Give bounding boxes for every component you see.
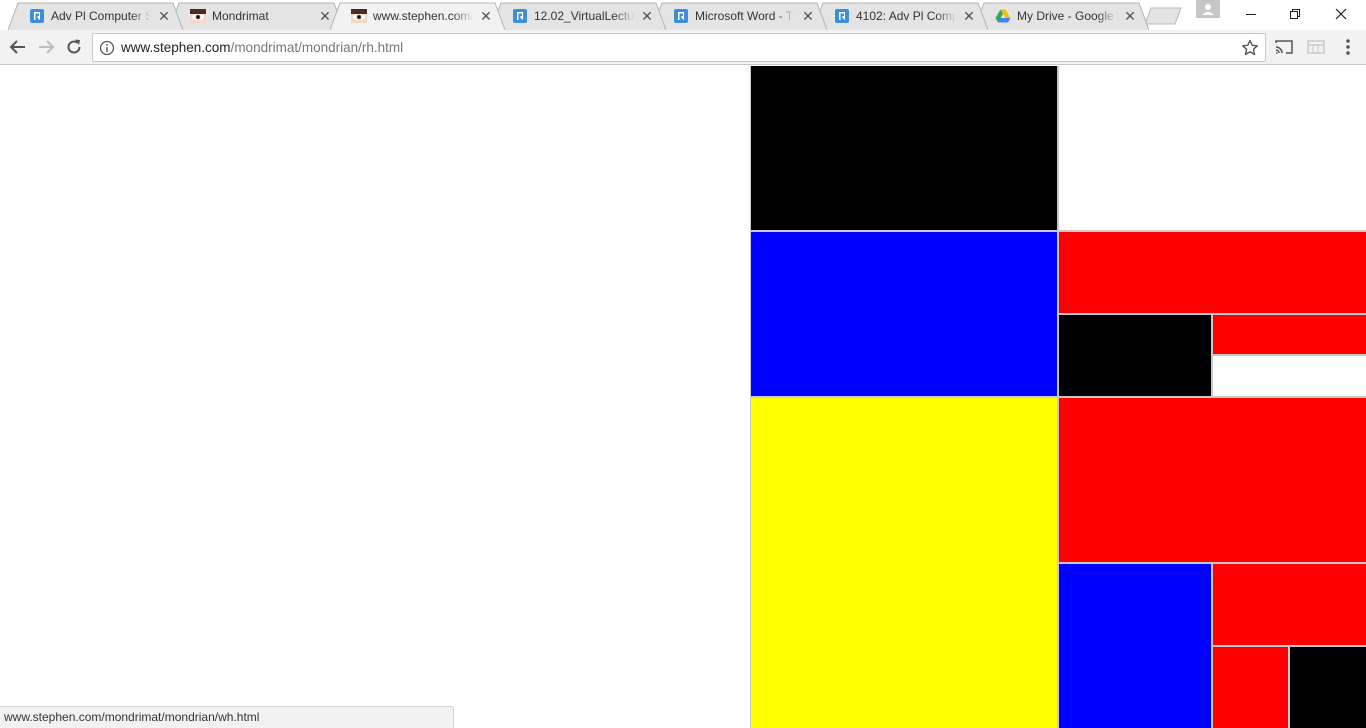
block-black-bottom-right-corner[interactable] — [1290, 647, 1366, 728]
chrome-menu-button[interactable] — [1336, 35, 1360, 59]
reload-button[interactable] — [62, 35, 86, 59]
tab-strip: Adv Pl Computer S ✕ Mondrimat ✕ www.stephen.… — [0, 0, 1366, 30]
block-red-middle-right-small[interactable] — [1213, 315, 1366, 354]
tab-title: www.stephen.com/ — [373, 9, 473, 23]
kebab-menu-icon — [1346, 39, 1350, 55]
url-host: www.stephen.com — [121, 40, 231, 55]
forward-button[interactable] — [34, 35, 58, 59]
address-url: www.stephen.com/mondrimat/mondrian/rh.ht… — [121, 34, 403, 61]
minimize-button[interactable] — [1228, 0, 1274, 28]
block-yellow-bottom-left[interactable] — [751, 398, 1057, 728]
mondrimat-eye-icon — [190, 8, 206, 24]
new-tab-button[interactable] — [1143, 7, 1183, 25]
block-red-bottom-right-small[interactable] — [1213, 564, 1366, 645]
close-icon[interactable]: ✕ — [639, 8, 655, 24]
block-blue-middle-left[interactable] — [751, 232, 1057, 396]
block-black-top-left[interactable] — [751, 66, 1057, 230]
site-info-icon[interactable] — [99, 40, 115, 56]
classroom-icon — [29, 8, 45, 24]
tab-3-active[interactable]: www.stephen.com/ ✕ — [330, 2, 505, 30]
tab-title: My Drive - Google — [1017, 9, 1114, 23]
back-button[interactable] — [6, 35, 30, 59]
mondrian-painting — [750, 66, 1366, 728]
tab-1[interactable]: Adv Pl Computer S ✕ — [8, 2, 183, 30]
page-content — [0, 66, 1366, 728]
restore-button[interactable] — [1272, 0, 1318, 28]
extension-icon — [1307, 40, 1325, 54]
close-icon[interactable]: ✕ — [478, 8, 494, 24]
block-red-bottom-right-large[interactable] — [1059, 398, 1366, 562]
tab-title: 4102: Adv Pl Comp — [856, 9, 956, 23]
block-black-middle-right[interactable] — [1059, 315, 1211, 396]
block-white-middle-right-small[interactable] — [1213, 356, 1366, 396]
tab-5[interactable]: Microsoft Word - T ✕ — [652, 2, 827, 30]
cast-button[interactable] — [1272, 35, 1296, 59]
close-window-button[interactable] — [1318, 0, 1364, 28]
tab-title: Adv Pl Computer S — [51, 9, 151, 23]
block-blue-bottom-right[interactable] — [1059, 564, 1211, 728]
address-bar[interactable]: www.stephen.com/mondrimat/mondrian/rh.ht… — [92, 33, 1266, 62]
tab-2[interactable]: Mondrimat ✕ — [169, 2, 344, 30]
close-icon[interactable]: ✕ — [800, 8, 816, 24]
google-drive-icon — [995, 8, 1011, 24]
close-icon[interactable]: ✕ — [156, 8, 172, 24]
classroom-icon — [512, 8, 528, 24]
reload-icon — [67, 39, 81, 54]
tab-title: 12.02_VirtualLectu — [534, 9, 634, 23]
block-red-middle-right-top[interactable] — [1059, 232, 1366, 313]
tab-7[interactable]: My Drive - Google ✕ — [974, 2, 1149, 30]
classroom-icon — [673, 8, 689, 24]
block-white-top-right[interactable] — [1059, 66, 1366, 230]
tab-title: Mondrimat — [212, 9, 269, 23]
arrow-left-icon — [9, 40, 25, 54]
close-icon[interactable]: ✕ — [1122, 8, 1138, 24]
url-path: /mondrimat/mondrian/rh.html — [230, 40, 404, 55]
browser-toolbar: www.stephen.com/mondrimat/mondrian/rh.ht… — [0, 30, 1366, 65]
block-red-bottom-right-corner[interactable] — [1213, 647, 1288, 728]
classroom-icon — [834, 8, 850, 24]
arrow-right-icon — [39, 40, 55, 54]
cast-icon — [1275, 40, 1293, 54]
mondrimat-eye-icon — [351, 8, 367, 24]
tab-6[interactable]: 4102: Adv Pl Comp ✕ — [813, 2, 988, 30]
tab-title: Microsoft Word - T — [695, 9, 794, 23]
close-icon[interactable]: ✕ — [961, 8, 977, 24]
status-bubble: www.stephen.com/mondrimat/mondrian/wh.ht… — [0, 706, 454, 728]
extension-button[interactable] — [1304, 35, 1328, 59]
profile-avatar-icon[interactable] — [1196, 0, 1220, 18]
bookmark-star-icon[interactable] — [1241, 39, 1259, 57]
tab-4[interactable]: 12.02_VirtualLectu ✕ — [491, 2, 666, 30]
